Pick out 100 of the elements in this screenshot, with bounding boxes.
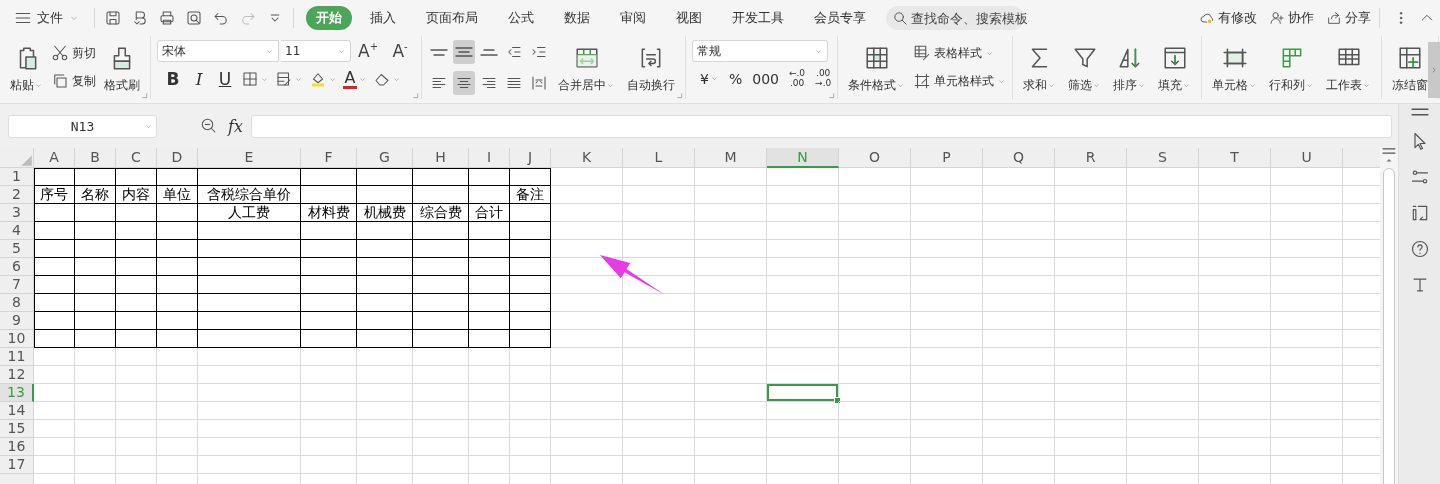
column-header[interactable]: D	[157, 148, 198, 168]
underline-button[interactable]: U	[215, 69, 235, 89]
column-header[interactable]: S	[1127, 148, 1199, 168]
file-menu[interactable]: 文件	[12, 9, 86, 27]
add-decimal-button[interactable]: ←.0 .00	[788, 69, 806, 88]
ribbon-tab[interactable]: 数据	[552, 6, 602, 30]
number-format-field[interactable]: 常规	[692, 40, 828, 62]
row-header[interactable]: 1	[0, 168, 34, 186]
row-header[interactable]: 5	[0, 240, 34, 258]
function-button[interactable]: fx	[228, 116, 243, 136]
table-cell	[510, 402, 551, 420]
column-header[interactable]: G	[357, 148, 413, 168]
row-header[interactable]: 14	[0, 402, 34, 420]
column-header[interactable]: T	[1199, 148, 1271, 168]
bold-button[interactable]: B	[163, 69, 183, 89]
column-header[interactable]: P	[911, 148, 983, 168]
copy-button[interactable]: 复制	[51, 70, 96, 92]
table-cell	[1271, 348, 1343, 366]
sum-button[interactable]: 求和	[1019, 40, 1061, 97]
painter-button[interactable]: 格式刷	[100, 40, 144, 97]
percent-button[interactable]: %	[728, 70, 743, 87]
changes-button[interactable]: 有修改	[1199, 9, 1257, 27]
column-header[interactable]: M	[695, 148, 767, 168]
filter-button[interactable]: 筛选	[1064, 40, 1106, 97]
ribbon-tab[interactable]: 审阅	[608, 6, 658, 30]
sheet-button[interactable]: 工作表	[1322, 40, 1376, 97]
remove-decimal-button[interactable]: .00 →.0	[815, 69, 832, 88]
ribbon-tab[interactable]: 页面布局	[414, 6, 490, 30]
thousands-button[interactable]: 000	[752, 70, 779, 87]
row-header[interactable]: 4	[0, 222, 34, 240]
sort-button[interactable]: 排序	[1109, 40, 1151, 97]
column-header[interactable]: B	[75, 148, 116, 168]
table-cell	[839, 456, 911, 474]
fill-button[interactable]: 填充	[1154, 40, 1196, 97]
row-header[interactable]: 16	[0, 438, 34, 456]
table-cell	[157, 348, 198, 366]
table-cell	[1199, 222, 1271, 240]
currency-button[interactable]: ¥	[700, 70, 719, 87]
column-header[interactable]: A	[34, 148, 75, 168]
selected-cell[interactable]	[767, 384, 839, 402]
column-header[interactable]: O	[839, 148, 911, 168]
collaborate-button[interactable]: 协作	[1269, 9, 1314, 27]
align-center-button[interactable]	[453, 71, 475, 95]
scrollbar-thumb[interactable]	[1383, 168, 1395, 484]
column-header[interactable]: U	[1271, 148, 1343, 168]
paste-button[interactable]: 粘贴	[6, 40, 47, 97]
cell-style-button[interactable]: 单元格样式	[913, 70, 1007, 92]
row-header[interactable]: 12	[0, 366, 34, 384]
table-cell	[1127, 168, 1199, 186]
column-header[interactable]: K	[551, 148, 623, 168]
grow-font-button[interactable]: A$^{+}$	[353, 41, 383, 61]
column-header[interactable]: F	[301, 148, 357, 168]
highlight-button[interactable]	[309, 70, 337, 88]
font-size-field[interactable]: 11	[281, 40, 351, 62]
row-header[interactable]: 15	[0, 420, 34, 438]
borders-button[interactable]	[241, 70, 269, 88]
italic-button[interactable]: I	[189, 69, 209, 89]
row-header[interactable]: 7	[0, 276, 34, 294]
merge-button[interactable]: 合并居中	[554, 40, 619, 97]
table-cell	[413, 456, 469, 474]
column-header[interactable]: J	[510, 148, 551, 168]
column-header[interactable]: L	[623, 148, 695, 168]
font-name-field[interactable]: 宋体	[157, 40, 279, 62]
ribbon-tab[interactable]: 视图	[664, 6, 714, 30]
row-header[interactable]: 9	[0, 312, 34, 330]
column-header[interactable]: I	[469, 148, 510, 168]
table-cell	[1199, 456, 1271, 474]
align-middle-button[interactable]	[453, 40, 475, 64]
table-cell	[839, 294, 911, 312]
row-header[interactable]: 17	[0, 456, 34, 474]
cut-button[interactable]: 剪切	[51, 42, 96, 64]
freeze-button[interactable]: 冻结窗	[1388, 40, 1433, 97]
ribbon-tab[interactable]: 插入	[358, 6, 408, 30]
column-header[interactable]: H	[413, 148, 469, 168]
cells-button[interactable]: 单元格	[1208, 40, 1262, 97]
fill-handle[interactable]	[834, 397, 841, 404]
row-header[interactable]: 2	[0, 186, 34, 204]
ribbon-tab[interactable]: 会员专享	[802, 6, 878, 30]
shrink-font-button[interactable]: A$^{-}$	[385, 41, 415, 61]
row-header[interactable]: 11	[0, 348, 34, 366]
row-header[interactable]: 10	[0, 330, 34, 348]
formula-input[interactable]	[250, 114, 1392, 138]
table-style-button[interactable]: 表格样式	[913, 42, 1007, 64]
pattern-button[interactable]	[275, 70, 303, 88]
cond-format-button[interactable]: 条件格式	[844, 40, 910, 97]
column-header[interactable]: C	[116, 148, 157, 168]
share-button[interactable]: 分享	[1326, 9, 1371, 27]
name-box[interactable]: N13	[8, 114, 157, 138]
rows-cols-button[interactable]: 行和列	[1265, 40, 1319, 97]
table-cell	[301, 384, 357, 402]
ribbon-tab[interactable]: 公式	[496, 6, 546, 30]
row-header[interactable]: 6	[0, 258, 34, 276]
row-header[interactable]: 8	[0, 294, 34, 312]
column-header[interactable]: Q	[983, 148, 1055, 168]
font-color-button[interactable]: A	[343, 69, 367, 89]
ribbon-tab[interactable]: 开发工具	[720, 6, 796, 30]
column-header[interactable]: R	[1055, 148, 1127, 168]
row-header[interactable]: 3	[0, 204, 34, 222]
wrap-button[interactable]: 自动换行	[623, 40, 679, 97]
column-header[interactable]: E	[198, 148, 301, 168]
